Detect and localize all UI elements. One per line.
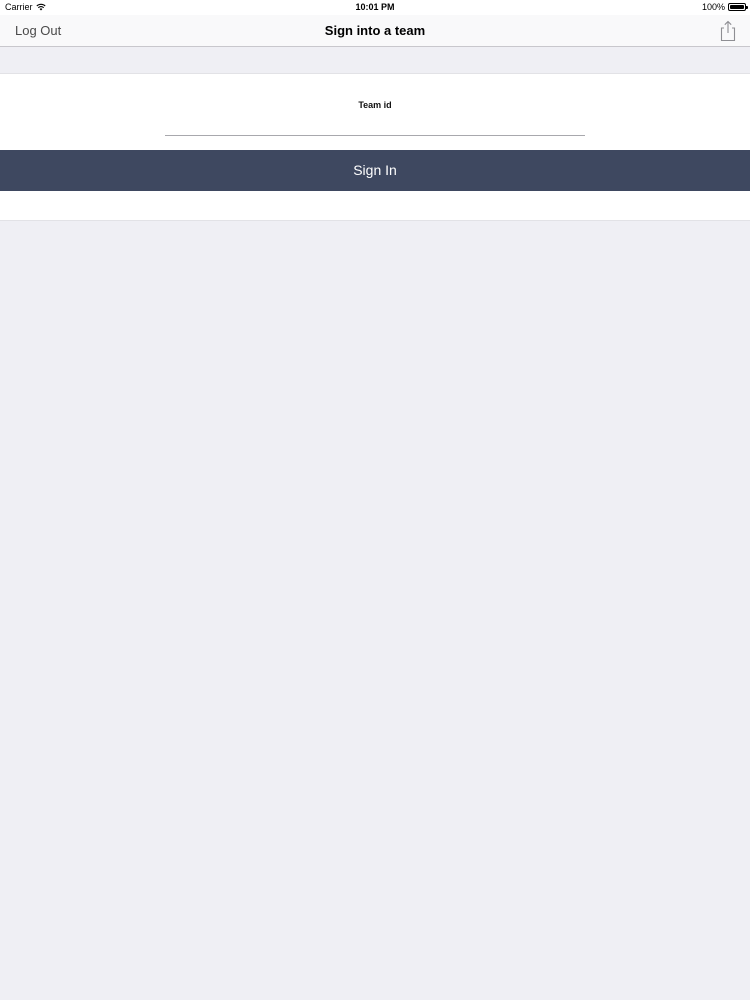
screen: Carrier 10:01 PM 100% Log Out Sign into … bbox=[0, 0, 750, 1000]
form-footer bbox=[0, 191, 750, 221]
page-title: Sign into a team bbox=[324, 23, 426, 38]
share-icon bbox=[720, 20, 736, 42]
team-form: Team id bbox=[0, 73, 750, 150]
battery-indicator: 100% bbox=[701, 2, 748, 12]
navigation-bar: Log Out Sign into a team bbox=[0, 15, 750, 47]
battery-icon bbox=[728, 3, 748, 11]
status-time: 10:01 PM bbox=[355, 2, 395, 12]
battery-percent: 100% bbox=[701, 2, 725, 12]
team-id-input[interactable] bbox=[165, 114, 585, 136]
share-button[interactable] bbox=[718, 20, 738, 42]
sign-in-button[interactable]: Sign In bbox=[0, 150, 750, 191]
status-bar: Carrier 10:01 PM 100% bbox=[0, 0, 750, 15]
team-id-label: Team id bbox=[358, 100, 392, 110]
